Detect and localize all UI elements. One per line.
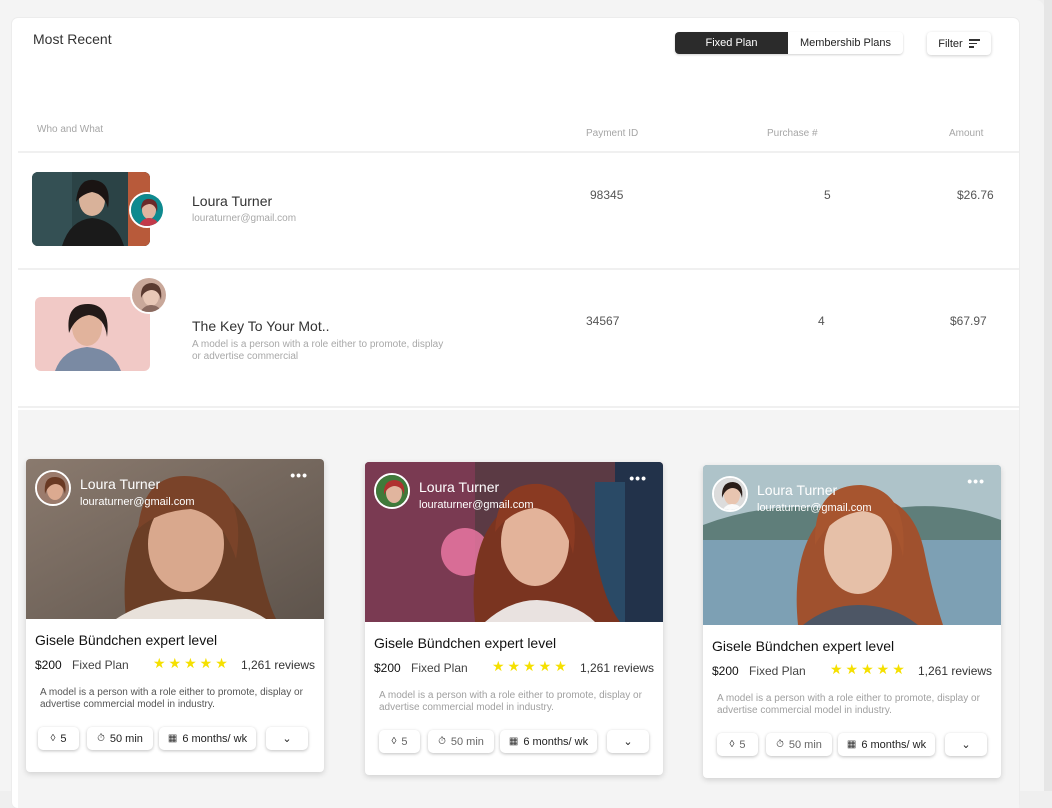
chevron-down-icon: ⌄ xyxy=(961,739,971,751)
card-email: louraturner@gmail.com xyxy=(80,496,195,508)
filter-lines-icon xyxy=(968,39,980,48)
tag-icon: ◊ xyxy=(391,736,397,747)
chip-label: 50 min xyxy=(109,732,143,745)
chevron-down-icon: ⌄ xyxy=(282,733,292,745)
calendar-icon: ▦ xyxy=(167,733,178,744)
row-title[interactable]: The Key To Your Mot.. xyxy=(192,318,330,334)
col-purchase: Purchase # xyxy=(767,128,818,139)
chip-label: 5 xyxy=(60,732,67,745)
star-rating: ★★★★★ xyxy=(830,661,908,677)
schedule-chip[interactable]: ▦ 6 months/ wk xyxy=(838,733,935,756)
chevron-down-icon: ⌄ xyxy=(623,736,633,748)
card-title: Gisele Bündchen expert level xyxy=(35,632,218,648)
duration-chip[interactable]: ⏱ 50 min xyxy=(428,730,494,753)
divider xyxy=(18,406,1019,408)
card-name: Loura Turner xyxy=(757,482,838,498)
row-purchase: 4 xyxy=(818,314,825,328)
calendar-icon: ▦ xyxy=(508,736,519,747)
purchase-chip[interactable]: ◊ 5 xyxy=(717,733,758,756)
timer-icon: ⏱ xyxy=(97,733,105,744)
row-email: louraturner@gmail.com xyxy=(192,213,297,224)
schedule-chip[interactable]: ▦ 6 months/ wk xyxy=(159,727,256,750)
avatar xyxy=(35,470,71,506)
row-thumbnail xyxy=(35,297,150,371)
chip-label: 6 months/ wk xyxy=(523,735,589,748)
card-description: A model is a person with a role either t… xyxy=(40,687,303,710)
duration-chip[interactable]: ⏱ 50 min xyxy=(766,733,832,756)
expand-button[interactable]: ⌄ xyxy=(945,733,987,756)
review-count[interactable]: 1,261 reviews xyxy=(918,664,992,678)
row-payment-id: 34567 xyxy=(586,314,620,328)
page-title: Most Recent xyxy=(33,31,112,47)
profile-card[interactable]: Loura Turner louraturner@gmail.com ••• G… xyxy=(365,462,663,775)
expand-button[interactable]: ⌄ xyxy=(607,730,649,753)
purchase-chip[interactable]: ◊ 5 xyxy=(379,730,420,753)
card-plan: Fixed Plan xyxy=(72,658,129,672)
col-amount: Amount xyxy=(949,128,984,139)
avatar xyxy=(130,276,168,314)
card-name: Loura Turner xyxy=(419,479,500,495)
schedule-chip[interactable]: ▦ 6 months/ wk xyxy=(500,730,597,753)
fixed-plan-tab[interactable]: Fixed Plan xyxy=(675,32,788,54)
avatar xyxy=(129,192,165,228)
col-payment-id: Payment ID xyxy=(586,128,639,139)
filter-button[interactable]: Filter xyxy=(927,32,991,55)
card-plan: Fixed Plan xyxy=(411,661,468,675)
review-count[interactable]: 1,261 reviews xyxy=(241,658,315,672)
calendar-icon: ▦ xyxy=(846,739,857,750)
card-description: A model is a person with a role either t… xyxy=(717,693,980,716)
card-price: $200 xyxy=(712,664,739,678)
divider xyxy=(18,268,1019,270)
card-email: louraturner@gmail.com xyxy=(757,502,872,514)
timer-icon: ⏱ xyxy=(776,739,784,750)
card-name: Loura Turner xyxy=(80,476,161,492)
card-photo: Loura Turner louraturner@gmail.com ••• xyxy=(26,459,324,619)
purchase-chip[interactable]: ◊ 5 xyxy=(38,727,79,750)
more-horizontal-icon[interactable]: ••• xyxy=(290,467,308,483)
chip-label: 5 xyxy=(401,735,408,748)
card-photo: Loura Turner louraturner@gmail.com ••• xyxy=(365,462,663,622)
col-who-what: Who and What xyxy=(37,124,104,135)
star-rating: ★★★★★ xyxy=(153,655,231,671)
chip-label: 50 min xyxy=(788,738,822,751)
plan-toggle: Fixed Plan Membershib Plans xyxy=(675,32,903,54)
row-amount: $67.97 xyxy=(950,314,987,328)
row-amount: $26.76 xyxy=(957,188,994,202)
chip-label: 50 min xyxy=(450,735,484,748)
duration-chip[interactable]: ⏱ 50 min xyxy=(87,727,153,750)
scrollbar[interactable] xyxy=(1044,0,1052,791)
transactions-panel: Most Recent Fixed Plan Membershib Plans … xyxy=(12,18,1019,808)
review-count[interactable]: 1,261 reviews xyxy=(580,661,654,675)
expand-button[interactable]: ⌄ xyxy=(266,727,308,750)
chip-label: 6 months/ wk xyxy=(182,732,248,745)
chip-label: 5 xyxy=(739,738,746,751)
card-title: Gisele Bündchen expert level xyxy=(374,635,557,651)
row-purchase: 5 xyxy=(824,188,831,202)
profile-card[interactable]: Loura Turner louraturner@gmail.com ••• G… xyxy=(26,459,324,772)
card-price: $200 xyxy=(35,658,62,672)
divider xyxy=(18,151,1019,153)
card-title: Gisele Bündchen expert level xyxy=(712,638,895,654)
more-horizontal-icon[interactable]: ••• xyxy=(967,473,985,489)
chip-label: 6 months/ wk xyxy=(861,738,927,751)
tag-icon: ◊ xyxy=(50,733,56,744)
row-description: A model is a person with a role either t… xyxy=(192,339,444,362)
membership-plans-tab[interactable]: Membershib Plans xyxy=(788,32,903,54)
profile-card[interactable]: Loura Turner louraturner@gmail.com ••• G… xyxy=(703,465,1001,778)
card-email: louraturner@gmail.com xyxy=(419,499,534,511)
avatar xyxy=(374,473,410,509)
card-photo: Loura Turner louraturner@gmail.com ••• xyxy=(703,465,1001,625)
avatar xyxy=(712,476,748,512)
row-payment-id: 98345 xyxy=(590,188,624,202)
more-horizontal-icon[interactable]: ••• xyxy=(629,470,647,486)
filter-label: Filter xyxy=(938,37,963,50)
row-name[interactable]: Loura Turner xyxy=(192,193,272,209)
star-rating: ★★★★★ xyxy=(492,658,570,674)
timer-icon: ⏱ xyxy=(438,736,446,747)
card-price: $200 xyxy=(374,661,401,675)
tag-icon: ◊ xyxy=(729,739,735,750)
card-plan: Fixed Plan xyxy=(749,664,806,678)
card-description: A model is a person with a role either t… xyxy=(379,690,642,713)
